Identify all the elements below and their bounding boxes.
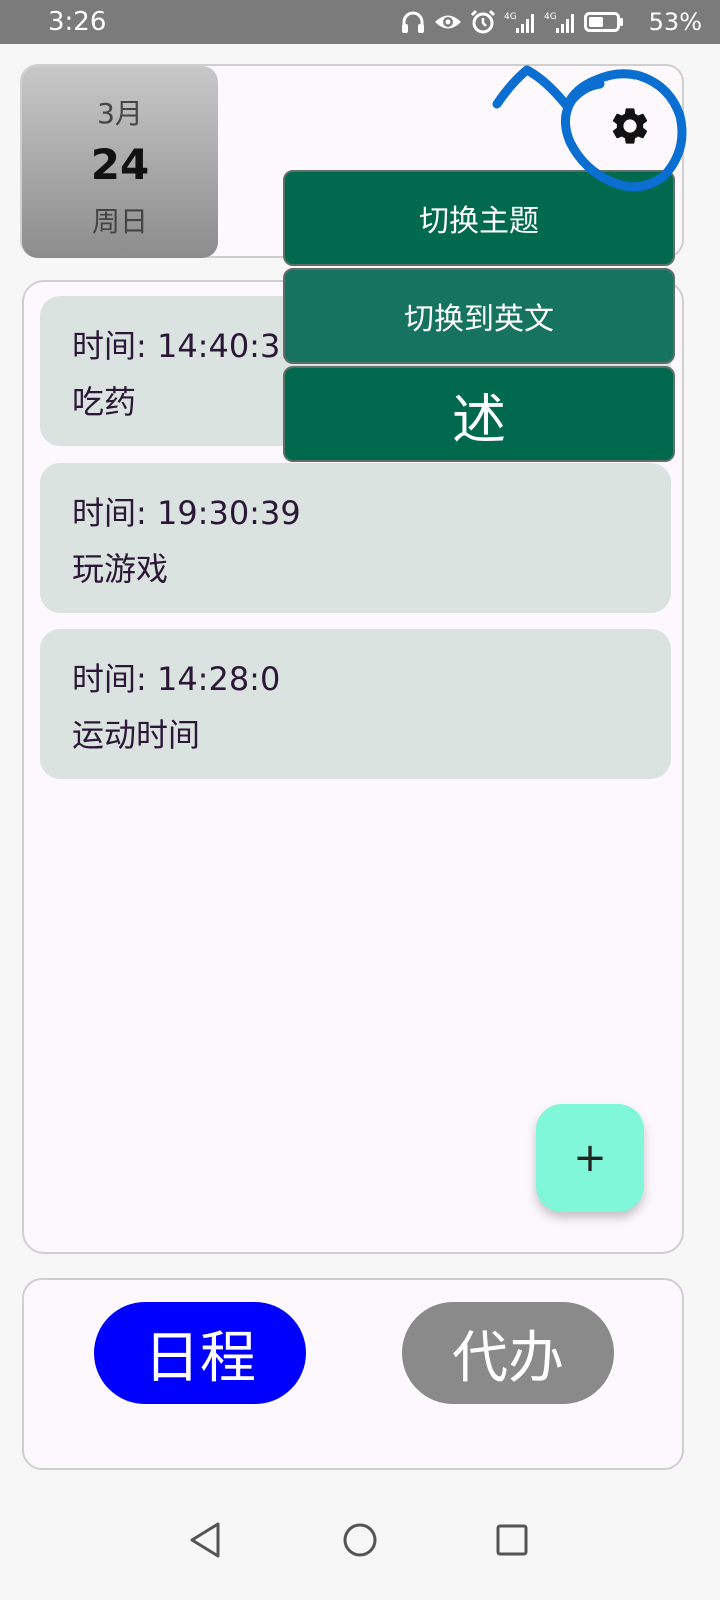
svg-text:4G: 4G: [544, 12, 557, 22]
add-schedule-button[interactable]: +: [536, 1104, 644, 1212]
menu-item-label: 切换主题: [419, 204, 539, 239]
home-icon[interactable]: [330, 1510, 390, 1570]
date-tile: 3月 24 周日: [22, 66, 218, 258]
tab-schedule[interactable]: 日程: [94, 1302, 306, 1404]
status-time: 3:26: [48, 7, 107, 37]
gear-icon[interactable]: [608, 104, 652, 148]
schedule-time: 时间: 19:30:39: [72, 494, 301, 532]
menu-item-switch-theme[interactable]: 切换主题: [283, 170, 675, 266]
recents-icon[interactable]: [482, 1510, 542, 1570]
schedule-title: 运动时间: [72, 716, 201, 754]
date-month: 3月: [97, 97, 143, 130]
menu-item-label: 切换到英文: [404, 302, 554, 337]
menu-item-label: 述: [452, 387, 506, 451]
bottom-tab-bar: 日程 代办: [22, 1278, 684, 1470]
battery-icon: [584, 12, 623, 32]
signal-4g-icon: 4G: [504, 12, 534, 33]
back-icon[interactable]: [176, 1510, 236, 1570]
plus-icon: +: [573, 1135, 607, 1181]
status-bar: 3:26 4G 4G 53%: [0, 0, 720, 44]
eye-icon: [435, 15, 461, 29]
schedule-title: 玩游戏: [72, 550, 169, 588]
schedule-item[interactable]: 时间: 14:28:0 运动时间: [40, 629, 671, 779]
status-icons: 4G 4G: [400, 9, 624, 35]
tab-todo[interactable]: 代办: [402, 1302, 614, 1404]
battery-percent: 53%: [648, 8, 702, 36]
alarm-icon: [470, 9, 496, 34]
headphones-icon: [402, 11, 424, 33]
navigation-bar: [0, 1490, 720, 1600]
menu-item-switch-english[interactable]: 切换到英文: [283, 268, 675, 364]
signal-4g-icon: 4G: [544, 12, 574, 33]
schedule-item[interactable]: 时间: 19:30:39 玩游戏: [40, 463, 671, 613]
schedule-time: 时间: 14:40:3: [72, 327, 281, 365]
date-weekday: 周日: [91, 205, 148, 238]
schedule-time: 时间: 14:28:0: [72, 660, 281, 698]
schedule-title: 吃药: [72, 383, 137, 421]
menu-item-describe[interactable]: 述: [283, 366, 675, 462]
date-day: 24: [90, 140, 150, 189]
svg-text:4G: 4G: [504, 12, 517, 22]
